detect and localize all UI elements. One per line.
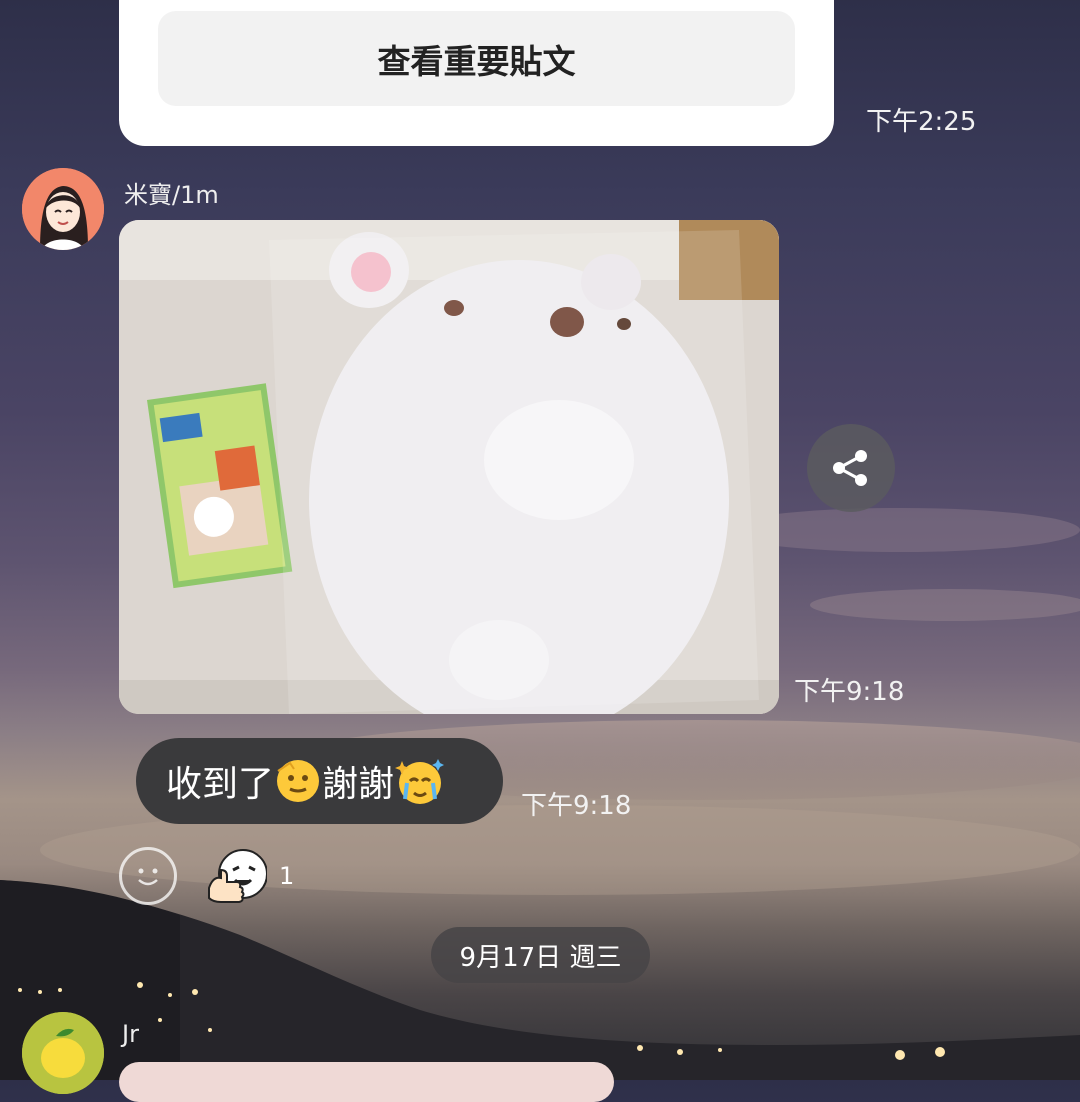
view-important-posts-button[interactable]: 查看重要貼文	[158, 11, 795, 106]
saluting-face-emoji-icon	[277, 760, 320, 802]
date-separator: 9月17日 週三	[431, 927, 650, 983]
sender-name: Jr	[122, 1020, 139, 1048]
avatar[interactable]	[22, 1012, 104, 1094]
lemon-avatar-icon	[22, 1012, 104, 1094]
message-text: 謝謝	[322, 764, 395, 805]
reaction-sticker[interactable]	[205, 848, 268, 906]
message-time: 下午9:18	[521, 791, 632, 821]
plush-bear-photo	[119, 220, 779, 714]
share-button[interactable]	[807, 424, 895, 512]
share-icon	[833, 450, 867, 486]
pinned-notice-card: 查看重要貼文	[119, 0, 834, 146]
message-bubble[interactable]: 收到了 謝謝	[136, 738, 503, 824]
crying-grateful-emoji-icon	[395, 759, 445, 804]
girl-avatar-icon	[22, 168, 104, 250]
reaction-count: 1	[279, 862, 295, 890]
add-reaction-button[interactable]	[119, 847, 177, 905]
avatar[interactable]	[22, 168, 104, 250]
message-time: 下午9:18	[794, 677, 905, 707]
thumbs-up-character-icon	[208, 849, 268, 903]
photo-attachment[interactable]	[119, 220, 779, 714]
sender-name: 米寶/1m	[124, 181, 219, 209]
photo-attachment[interactable]	[119, 1062, 614, 1102]
message-time: 下午2:25	[866, 107, 977, 137]
message-text: 收到了	[166, 764, 275, 805]
smiley-icon	[138, 868, 158, 886]
